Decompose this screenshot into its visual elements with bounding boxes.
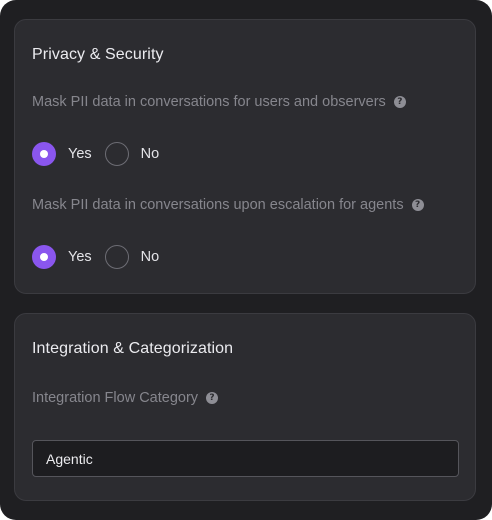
integration-section-title: Integration & Categorization [32,340,234,357]
settings-panel: Privacy & Security Mask PII data in conv… [0,0,492,520]
flow-category-input[interactable] [32,440,459,477]
mask-pii-users-row: Mask PII data in conversations for users… [32,94,406,110]
radio-label-no: No [140,249,160,265]
help-icon[interactable]: ? [393,96,406,108]
mask-pii-agents-row: Mask PII data in conversations upon esca… [32,197,424,213]
mask-pii-users-label: Mask PII data in conversations for users… [32,94,386,110]
privacy-section-title: Privacy & Security [32,46,164,63]
help-icon[interactable]: ? [411,199,424,211]
mask-pii-agents-no-radio[interactable]: No [104,245,160,269]
flow-category-row: Integration Flow Category ? [32,390,219,406]
radio-selected-icon [32,142,56,166]
radio-label-no: No [140,146,160,162]
mask-pii-users-radio-group: Yes No [32,142,172,166]
mask-pii-users-yes-radio[interactable]: Yes [32,142,92,166]
help-icon[interactable]: ? [206,392,219,404]
radio-unselected-icon [104,142,129,166]
mask-pii-users-no-radio[interactable]: No [104,142,160,166]
mask-pii-agents-yes-radio[interactable]: Yes [32,245,92,269]
flow-category-label: Integration Flow Category [32,390,199,406]
mask-pii-agents-label: Mask PII data in conversations upon esca… [32,197,404,213]
radio-unselected-icon [104,245,129,269]
privacy-security-card: Privacy & Security Mask PII data in conv… [14,19,476,294]
mask-pii-agents-radio-group: Yes No [32,245,172,269]
integration-categorization-card: Integration & Categorization Integration… [14,313,476,501]
radio-selected-icon [32,245,56,269]
radio-label-yes: Yes [68,249,92,265]
radio-label-yes: Yes [68,146,92,162]
